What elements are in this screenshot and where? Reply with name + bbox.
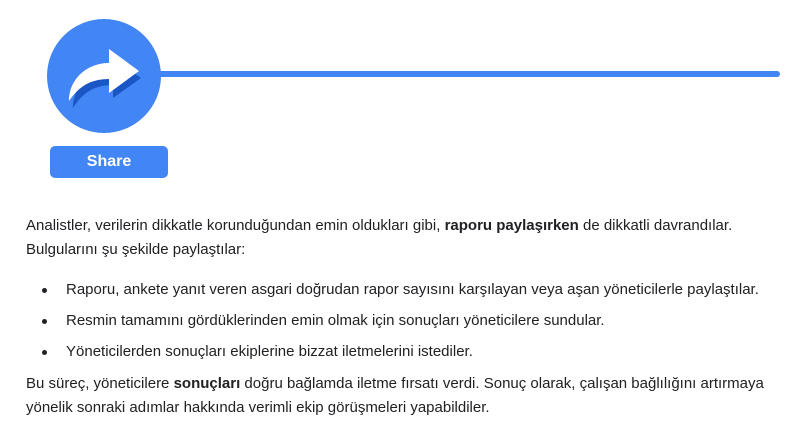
summary-paragraph: Bu süreç, yöneticilere sonuçları doğru b… [26, 372, 786, 420]
share-hero-illustration: Share [0, 0, 805, 190]
intro-paragraph: Analistler, verilerin dikkatle korunduğu… [26, 214, 786, 262]
intro-bold-text: raporu paylaşırken [444, 217, 579, 234]
share-line [150, 71, 780, 77]
share-arrow-icon [47, 19, 161, 133]
list-item: Yöneticilerden sonuçları ekiplerine bizz… [42, 340, 786, 364]
intro-text-start: Analistler, verilerin dikkatle korunduğu… [26, 217, 445, 234]
share-button[interactable]: Share [50, 146, 168, 178]
list-item: Raporu, ankete yanıt veren asgari doğrud… [42, 278, 786, 302]
list-item: Resmin tamamını gördüklerinden emin olma… [42, 309, 786, 333]
article-body: Analistler, verilerin dikkatle korunduğu… [26, 214, 786, 420]
sharing-steps-list: Raporu, ankete yanıt veren asgari doğrud… [26, 278, 786, 364]
summary-bold-text: sonuçları [173, 375, 241, 392]
summary-text-start: Bu süreç, yöneticilere [26, 375, 174, 392]
